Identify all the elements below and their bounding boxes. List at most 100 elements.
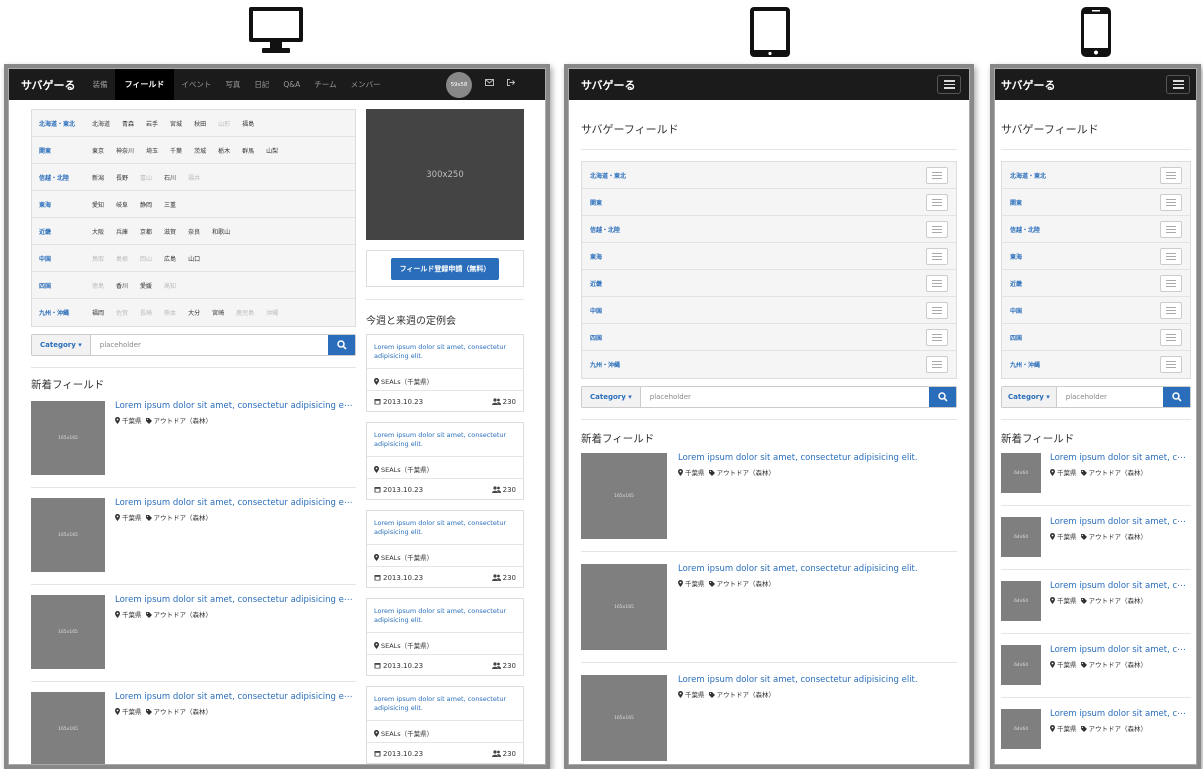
- field-title-link[interactable]: Lorem ipsum dolor sit amet, c⋯: [1050, 517, 1191, 527]
- prefecture-link[interactable]: 石川: [164, 173, 176, 182]
- region-name-link[interactable]: 信越・北陸: [590, 225, 620, 234]
- field-title-link[interactable]: Lorem ipsum dolor sit amet, c⋯: [1050, 645, 1191, 655]
- region-row[interactable]: 四国: [1002, 324, 1190, 351]
- prefecture-link[interactable]: 千葉: [170, 146, 182, 155]
- field-category-tag[interactable]: アウトドア（森林）: [717, 691, 776, 699]
- list-toggle-icon[interactable]: [1160, 193, 1182, 211]
- field-title-link[interactable]: Lorem ipsum dolor sit amet, consectetur …: [115, 595, 358, 605]
- list-toggle-icon[interactable]: [926, 356, 948, 373]
- field-thumbnail[interactable]: 64x64: [1001, 517, 1041, 557]
- field-category-tag[interactable]: アウトドア（森林）: [154, 514, 213, 522]
- field-category-tag[interactable]: アウトドア（森林）: [1089, 533, 1148, 541]
- region-name-link[interactable]: 東海: [32, 200, 92, 209]
- field-title-link[interactable]: Lorem ipsum dolor sit amet, c⋯: [1050, 581, 1191, 591]
- search-button[interactable]: [929, 387, 956, 407]
- event-team-name[interactable]: SEALs（千葉県）: [381, 554, 433, 562]
- field-thumbnail[interactable]: 64x64: [1001, 581, 1041, 621]
- prefecture-link[interactable]: 埼玉: [146, 146, 158, 155]
- field-thumbnail[interactable]: 64x64: [1001, 453, 1041, 493]
- field-title-link[interactable]: Lorem ipsum dolor sit amet, consectetur …: [115, 692, 358, 702]
- list-toggle-icon[interactable]: [1160, 356, 1182, 373]
- search-input[interactable]: placeholder: [91, 335, 328, 355]
- field-thumbnail[interactable]: 165x165: [31, 595, 105, 669]
- field-thumbnail[interactable]: 165x165: [31, 401, 105, 475]
- nav-item[interactable]: メンバー: [344, 69, 388, 100]
- search-button[interactable]: [1163, 387, 1190, 407]
- field-category-tag[interactable]: アウトドア（森林）: [154, 611, 213, 619]
- field-thumbnail[interactable]: 165x165: [581, 453, 667, 539]
- event-title-link[interactable]: Lorem ipsum dolor sit amet, consectetur …: [374, 519, 514, 537]
- event-title-link[interactable]: Lorem ipsum dolor sit amet, consectetur …: [374, 607, 514, 625]
- region-name-link[interactable]: 東海: [590, 252, 602, 261]
- prefecture-link[interactable]: 奈良: [188, 227, 200, 236]
- field-thumbnail[interactable]: 165x165: [581, 564, 667, 650]
- prefecture-link[interactable]: 福島: [242, 119, 254, 128]
- region-name-link[interactable]: 近畿: [32, 227, 92, 236]
- nav-item[interactable]: イベント: [174, 69, 218, 100]
- field-thumbnail[interactable]: 64x64: [1001, 709, 1041, 749]
- list-toggle-icon[interactable]: [1160, 220, 1182, 238]
- prefecture-link[interactable]: 愛知: [92, 200, 104, 209]
- region-row[interactable]: 信越・北陸: [582, 216, 956, 243]
- list-toggle-icon[interactable]: [926, 328, 948, 346]
- region-name-link[interactable]: 四国: [32, 281, 92, 290]
- event-title-link[interactable]: Lorem ipsum dolor sit amet, consectetur …: [374, 431, 514, 449]
- brand-logo[interactable]: サバゲーる: [569, 77, 646, 93]
- category-dropdown[interactable]: Category ▾: [32, 335, 91, 355]
- search-input[interactable]: placeholder: [641, 387, 929, 407]
- search-input[interactable]: placeholder: [1057, 387, 1163, 407]
- region-name-link[interactable]: 九州・沖縄: [32, 308, 92, 317]
- field-thumbnail[interactable]: 165x165: [581, 675, 667, 761]
- prefecture-link[interactable]: 群馬: [242, 146, 254, 155]
- region-row[interactable]: 近畿: [1002, 270, 1190, 297]
- event-title-link[interactable]: Lorem ipsum dolor sit amet, consectetur …: [374, 695, 514, 713]
- nav-item[interactable]: 写真: [218, 69, 247, 100]
- prefecture-link[interactable]: 香川: [116, 281, 128, 290]
- prefecture-link[interactable]: 山口: [188, 254, 200, 263]
- brand-logo[interactable]: サバゲーる: [9, 77, 86, 93]
- field-thumbnail[interactable]: 165x165: [31, 498, 105, 572]
- field-category-tag[interactable]: アウトドア（森林）: [1089, 469, 1148, 477]
- category-dropdown[interactable]: Category ▾: [1002, 387, 1057, 407]
- region-row[interactable]: 東海: [582, 243, 956, 270]
- nav-item[interactable]: 日記: [247, 69, 276, 100]
- region-row[interactable]: 北海道・東北: [1002, 162, 1190, 189]
- region-row[interactable]: 九州・沖縄: [1002, 351, 1190, 378]
- prefecture-link[interactable]: 岩手: [146, 119, 158, 128]
- event-team-name[interactable]: SEALs（千葉県）: [381, 378, 433, 386]
- field-title-link[interactable]: Lorem ipsum dolor sit amet, consectetur …: [678, 453, 957, 463]
- sign-out-icon[interactable]: [507, 79, 515, 86]
- list-toggle-icon[interactable]: [1160, 166, 1182, 184]
- register-field-button[interactable]: フィールド登録申請（無料）: [390, 257, 500, 280]
- region-row[interactable]: 中国: [582, 297, 956, 324]
- brand-logo[interactable]: サバゲーる: [995, 77, 1066, 93]
- region-row[interactable]: 北海道・東北: [582, 162, 956, 189]
- field-category-tag[interactable]: アウトドア（森林）: [154, 708, 213, 716]
- prefecture-link[interactable]: 茨城: [194, 146, 206, 155]
- field-category-tag[interactable]: アウトドア（森林）: [717, 469, 776, 477]
- prefecture-link[interactable]: 愛媛: [140, 281, 152, 290]
- region-name-link[interactable]: 中国: [590, 306, 602, 315]
- region-row[interactable]: 関東: [582, 189, 956, 216]
- list-toggle-icon[interactable]: [1160, 274, 1182, 292]
- region-row[interactable]: 九州・沖縄: [582, 351, 956, 378]
- prefecture-link[interactable]: 和歌山: [212, 227, 230, 236]
- nav-item[interactable]: Q&A: [276, 69, 307, 100]
- prefecture-link[interactable]: 広島: [164, 254, 176, 263]
- field-title-link[interactable]: Lorem ipsum dolor sit amet, c⋯: [1050, 709, 1191, 719]
- region-name-link[interactable]: 中国: [1010, 306, 1022, 315]
- search-button[interactable]: [328, 335, 355, 355]
- category-dropdown[interactable]: Category ▾: [582, 387, 641, 407]
- region-name-link[interactable]: 近畿: [1010, 279, 1022, 288]
- region-name-link[interactable]: 関東: [32, 146, 92, 155]
- list-toggle-icon[interactable]: [926, 274, 948, 292]
- prefecture-link[interactable]: 大分: [188, 308, 200, 317]
- field-category-tag[interactable]: アウトドア（森林）: [1089, 597, 1148, 605]
- region-row[interactable]: 関東: [1002, 189, 1190, 216]
- list-toggle-icon[interactable]: [1160, 328, 1182, 346]
- list-toggle-icon[interactable]: [926, 220, 948, 238]
- list-toggle-icon[interactable]: [926, 166, 948, 184]
- prefecture-link[interactable]: 京都: [140, 227, 152, 236]
- region-row[interactable]: 中国: [1002, 297, 1190, 324]
- region-row[interactable]: 四国: [582, 324, 956, 351]
